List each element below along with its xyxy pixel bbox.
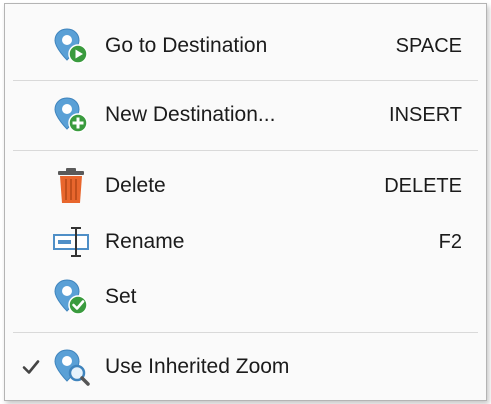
checkmark-icon	[21, 357, 41, 377]
menu-item-shortcut: INSERT	[389, 104, 462, 126]
menu-item-label: Delete	[105, 174, 166, 197]
menu-item-label: New Destination...	[105, 103, 276, 126]
menu-separator	[13, 332, 478, 333]
menu-item-rename[interactable]: Rename F2	[5, 216, 486, 268]
menu-item-label: Use Inherited Zoom	[105, 355, 290, 378]
menu-item-set[interactable]: Set	[5, 271, 486, 323]
menu-separator	[13, 150, 478, 151]
trash-icon	[51, 166, 91, 206]
pin-play-icon	[51, 26, 91, 66]
menu-item-label: Rename	[105, 230, 185, 253]
menu-item-new-destination[interactable]: New Destination... INSERT	[5, 89, 486, 141]
rename-icon	[51, 222, 91, 262]
pin-check-icon	[51, 277, 91, 317]
pin-zoom-icon	[51, 347, 91, 387]
menu-item-go-to-destination[interactable]: Go to Destination SPACE	[5, 20, 486, 72]
context-menu: Go to Destination SPACE New Destination.…	[4, 3, 487, 401]
menu-item-label: Go to Destination	[105, 34, 268, 57]
menu-item-delete[interactable]: Delete DELETE	[5, 160, 486, 212]
menu-item-shortcut: SPACE	[395, 35, 462, 57]
menu-item-use-inherited-zoom[interactable]: Use Inherited Zoom	[5, 341, 486, 393]
menu-item-label: Set	[105, 285, 137, 308]
menu-item-shortcut: DELETE	[384, 175, 462, 197]
pin-add-icon	[51, 95, 91, 135]
menu-separator	[13, 80, 478, 81]
menu-item-shortcut: F2	[438, 231, 462, 253]
